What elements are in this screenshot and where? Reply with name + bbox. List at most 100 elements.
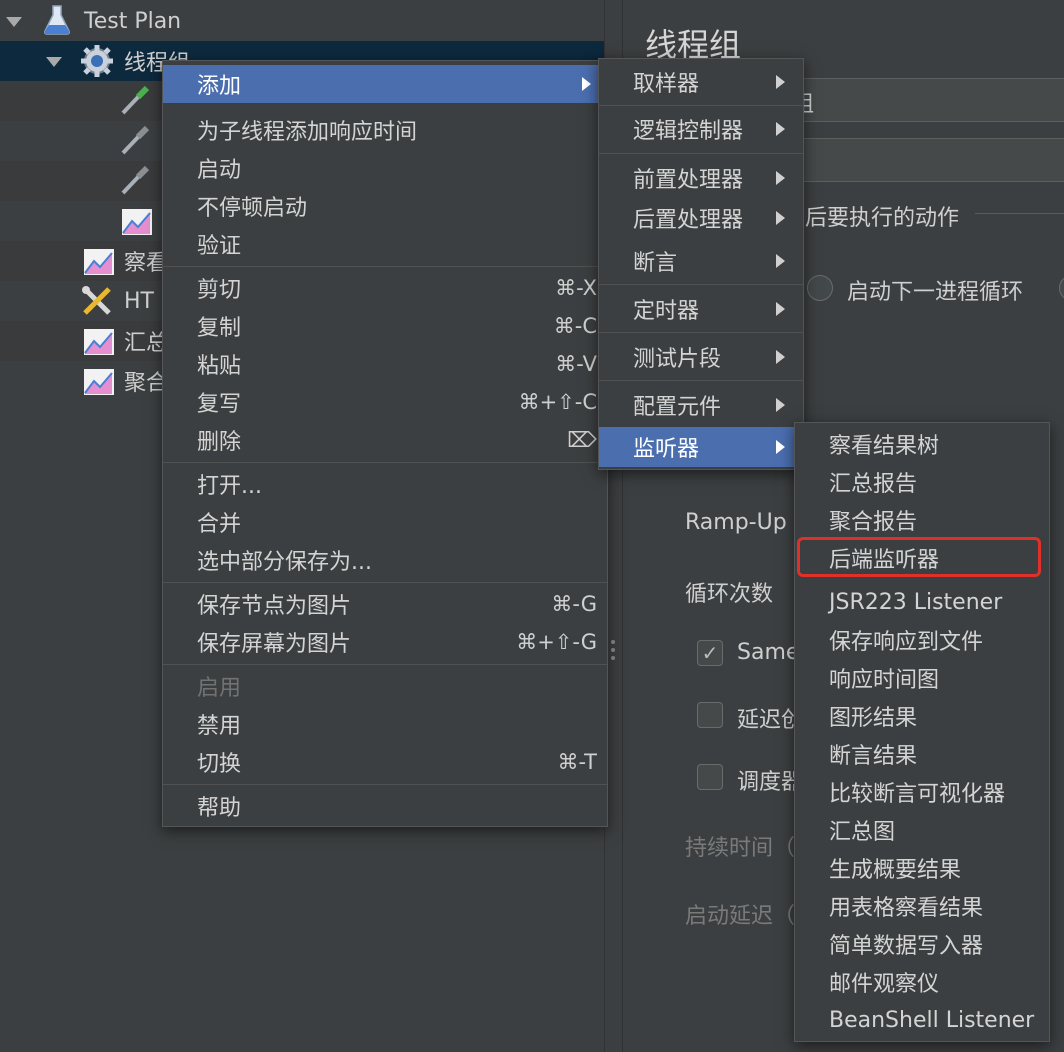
sampler-error-action-label: 后要执行的动作	[805, 206, 960, 231]
menu-item-start-no-pauses[interactable]: 不停顿启动	[163, 187, 607, 225]
menu-item-label: 帮助	[197, 796, 242, 821]
menu-item-save-node-as-image[interactable]: 保存节点为图片 ⌘-G	[163, 585, 607, 623]
menu-separator	[163, 784, 607, 785]
menu-item-label: 邮件观察仪	[829, 972, 940, 997]
menu-item-open[interactable]: 打开...	[163, 465, 607, 503]
menu-item-label: 测试片段	[633, 347, 722, 372]
menu-item-assertion-results[interactable]: 断言结果	[795, 735, 1049, 773]
menu-shortcut: ⌘-X	[555, 276, 597, 300]
menu-item-listener[interactable]: 监听器	[599, 427, 803, 467]
menu-item-graph-results[interactable]: 图形结果	[795, 697, 1049, 735]
menu-item-save-responses-to-file[interactable]: 保存响应到文件	[795, 621, 1049, 659]
menu-item-view-results-tree[interactable]: 察看结果树	[795, 425, 1049, 463]
menu-item-view-results-in-table[interactable]: 用表格察看结果	[795, 887, 1049, 925]
menu-item-validate[interactable]: 验证	[163, 225, 607, 263]
startup-delay-label: 启动延迟（	[685, 904, 796, 929]
menu-item-toggle[interactable]: 切换 ⌘-T	[163, 743, 607, 781]
submenu-arrow-icon	[776, 211, 785, 225]
menu-item-logic-controller[interactable]: 逻辑控制器	[599, 110, 803, 148]
expand-arrow-icon[interactable]	[46, 57, 62, 67]
group-border	[975, 213, 1064, 214]
menu-item-jsr223-listener[interactable]: JSR223 Listener	[795, 583, 1049, 621]
name-field[interactable]: 组	[773, 78, 1064, 122]
radio-next-option[interactable]	[1059, 275, 1064, 301]
menu-item-help[interactable]: 帮助	[163, 787, 607, 825]
flask-icon	[44, 5, 70, 35]
menu-item-assertion[interactable]: 断言	[599, 242, 803, 280]
menu-item-generate-summary-results[interactable]: 生成概要结果	[795, 849, 1049, 887]
delete-key-icon: ⌦	[567, 428, 597, 452]
menu-item-comparison-assertion-visualizer[interactable]: 比较断言可视化器	[795, 773, 1049, 811]
menu-item-label: 响应时间图	[829, 668, 940, 693]
menu-item-label: JSR223 Listener	[829, 589, 1003, 615]
menu-separator	[599, 380, 803, 381]
menu-item-copy[interactable]: 复制 ⌘-C	[163, 307, 607, 345]
submenu-arrow-icon	[776, 440, 785, 454]
menu-item-label: 启动	[197, 158, 242, 183]
menu-item-simple-data-writer[interactable]: 简单数据写入器	[795, 925, 1049, 963]
menu-item-backend-listener[interactable]: 后端监听器	[795, 539, 1049, 577]
menu-item-add[interactable]: 添加	[163, 65, 607, 103]
submenu-arrow-icon	[776, 122, 785, 136]
graph-icon	[84, 329, 114, 355]
menu-item-save-selection-as[interactable]: 选中部分保存为...	[163, 541, 607, 579]
same-user-checkbox[interactable]: ✓	[697, 640, 723, 666]
menu-item-label: 粘贴	[197, 354, 242, 379]
menu-item-response-time-graph[interactable]: 响应时间图	[795, 659, 1049, 697]
menu-item-delete[interactable]: 删除 ⌦	[163, 421, 607, 459]
gear-icon	[81, 45, 113, 77]
menu-item-start[interactable]: 启动	[163, 149, 607, 187]
listener-submenu: 察看结果树 汇总报告 聚合报告 后端监听器 JSR223 Listener 保存…	[794, 422, 1050, 1042]
splitter-grip-icon	[611, 640, 615, 664]
comment-field[interactable]	[773, 138, 1064, 182]
menu-item-summary-graph[interactable]: 汇总图	[795, 811, 1049, 849]
menu-item-label: 汇总报告	[829, 472, 918, 497]
menu-item-enable: 启用	[163, 667, 607, 705]
menu-item-label: 后置处理器	[633, 208, 744, 233]
menu-item-add-think-times[interactable]: 为子线程添加响应时间	[163, 111, 607, 149]
menu-item-label: 汇总图	[829, 820, 896, 845]
menu-separator	[599, 284, 803, 285]
menu-item-config-element[interactable]: 配置元件	[599, 386, 803, 424]
submenu-arrow-icon	[776, 350, 785, 364]
menu-item-label: 选中部分保存为...	[197, 550, 372, 575]
menu-item-mailer-visualizer[interactable]: 邮件观察仪	[795, 963, 1049, 1001]
menu-item-test-fragment[interactable]: 测试片段	[599, 338, 803, 376]
menu-item-label: 前置处理器	[633, 168, 744, 193]
menu-item-cut[interactable]: 剪切 ⌘-X	[163, 269, 607, 307]
menu-item-beanshell-listener[interactable]: BeanShell Listener	[795, 1001, 1049, 1039]
menu-item-save-screen-as-image[interactable]: 保存屏幕为图片 ⌘+⇧-G	[163, 623, 607, 661]
menu-separator	[163, 266, 607, 267]
submenu-arrow-icon	[776, 254, 785, 268]
tree-node-label: Test Plan	[84, 8, 182, 34]
scheduler-checkbox[interactable]	[697, 764, 723, 790]
menu-item-summary-report[interactable]: 汇总报告	[795, 463, 1049, 501]
menu-shortcut: ⌘-V	[555, 352, 597, 376]
menu-item-label: 察看结果树	[829, 434, 940, 459]
tree-node-label: HT	[124, 288, 154, 314]
menu-item-pre-processor[interactable]: 前置处理器	[599, 159, 803, 197]
menu-item-post-processor[interactable]: 后置处理器	[599, 199, 803, 237]
radio-start-next-loop[interactable]	[807, 275, 833, 301]
menu-item-timer[interactable]: 定时器	[599, 290, 803, 328]
context-menu: 添加 为子线程添加响应时间 启动 不停顿启动 验证 剪切 ⌘-X 复制 ⌘-C 粘贴…	[162, 60, 608, 827]
menu-item-paste[interactable]: 粘贴 ⌘-V	[163, 345, 607, 383]
menu-shortcut: ⌘-G	[551, 592, 597, 616]
ramp-up-label: Ramp-Up	[685, 510, 787, 535]
menu-item-label: 简单数据写入器	[829, 934, 984, 959]
menu-item-label: 保存节点为图片	[197, 594, 352, 619]
menu-item-disable[interactable]: 禁用	[163, 705, 607, 743]
menu-item-merge[interactable]: 合并	[163, 503, 607, 541]
tree-node-test-plan[interactable]: Test Plan	[0, 1, 604, 41]
expand-arrow-icon[interactable]	[6, 17, 22, 27]
menu-item-aggregate-report[interactable]: 聚合报告	[795, 501, 1049, 539]
menu-item-label: 取样器	[633, 72, 700, 97]
delay-thread-creation-checkbox[interactable]	[697, 702, 723, 728]
radio-start-next-loop-label: 启动下一进程循环	[847, 280, 1024, 305]
menu-shortcut: ⌘-C	[553, 314, 597, 338]
menu-item-label: 配置元件	[633, 395, 722, 420]
same-user-label: Same	[737, 640, 800, 665]
menu-item-sampler[interactable]: 取样器	[599, 63, 803, 101]
add-submenu: 取样器 逻辑控制器 前置处理器 后置处理器 断言 定时器 测试片段 配置元件 监…	[598, 58, 804, 470]
menu-item-duplicate[interactable]: 复写 ⌘+⇧-C	[163, 383, 607, 421]
